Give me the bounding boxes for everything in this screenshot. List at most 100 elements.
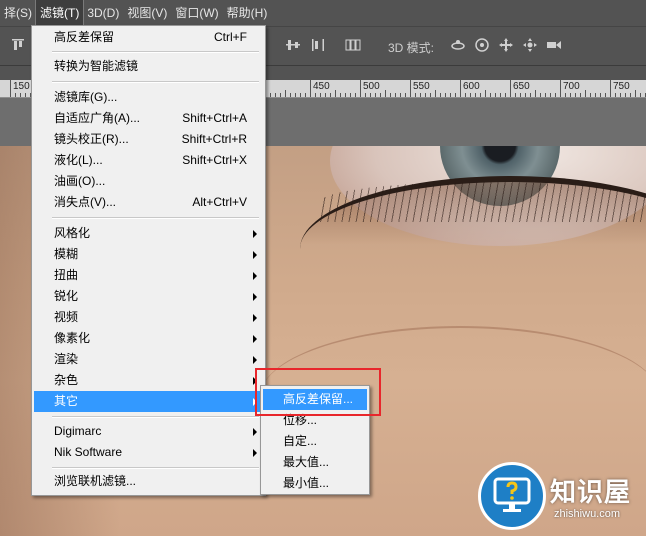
watermark: 知识屋 zhishiwu.com [478, 458, 646, 536]
distribute-h-icon[interactable] [345, 37, 361, 53]
ruler-tick [640, 93, 641, 97]
ruler-tick [585, 90, 586, 97]
ruler-tick [300, 93, 301, 97]
ruler-tick [405, 93, 406, 97]
ruler-tick [460, 80, 461, 97]
ruler-tick [625, 93, 626, 97]
ruler-tick [515, 93, 516, 97]
menu-item-adaptive-wide-angle[interactable]: 自适应广角(A)... Shift+Ctrl+A [34, 108, 263, 129]
menu-item-vanishing-point[interactable]: 消失点(V)... Alt+Ctrl+V [34, 192, 263, 213]
ruler-tick [525, 93, 526, 97]
submenu-arrow-icon [253, 251, 257, 259]
ruler-tick [280, 93, 281, 97]
ruler-tick [605, 93, 606, 97]
menu-bar: 择(S) 滤镜(T) 3D(D) 视图(V) 窗口(W) 帮助(H) [0, 0, 646, 27]
menu-item-oil-paint[interactable]: 油画(O)... [34, 171, 263, 192]
rotate-3d-icon[interactable] [450, 37, 466, 53]
ruler-tick [370, 93, 371, 97]
menu-item-noise[interactable]: 杂色 [34, 370, 263, 391]
menu-item-other[interactable]: 其它 [34, 391, 263, 412]
ruler-tick [440, 93, 441, 97]
ruler-tick [465, 93, 466, 97]
ruler-tick [415, 93, 416, 97]
ruler-tick [520, 93, 521, 97]
menu-item-distort[interactable]: 扭曲 [34, 265, 263, 286]
ruler-tick [425, 93, 426, 97]
ruler-tick [285, 90, 286, 97]
menu-item-render[interactable]: 渲染 [34, 349, 263, 370]
ruler-tick [380, 93, 381, 97]
ruler-tick [345, 93, 346, 97]
ruler-tick [365, 93, 366, 97]
align-top-icon[interactable] [10, 37, 26, 53]
ruler-label: 700 [563, 81, 580, 92]
watermark-url: zhishiwu.com [554, 508, 621, 520]
menu-select[interactable]: 择(S) [0, 0, 36, 26]
ruler-tick [340, 93, 341, 97]
ruler-tick [555, 93, 556, 97]
ruler-tick [600, 93, 601, 97]
roll-3d-icon[interactable] [474, 37, 490, 53]
ruler-tick [335, 90, 336, 97]
menu-item-convert-smart-filter[interactable]: 转换为智能滤镜 [34, 56, 263, 77]
ruler-tick [615, 93, 616, 97]
slide-3d-icon[interactable] [522, 37, 538, 53]
ruler-tick [635, 90, 636, 97]
align-hcenter-icon[interactable] [285, 37, 301, 53]
menu-item-last-filter[interactable]: 高反差保留 Ctrl+F [34, 27, 263, 48]
ruler-tick [375, 93, 376, 97]
menu-item-pixelate[interactable]: 像素化 [34, 328, 263, 349]
menu-item-filter-gallery[interactable]: 滤镜库(G)... [34, 87, 263, 108]
ruler-tick [395, 93, 396, 97]
ruler-tick [310, 80, 311, 97]
ruler-tick [25, 93, 26, 97]
ruler-tick [400, 93, 401, 97]
ruler-tick [295, 93, 296, 97]
ruler-tick [540, 93, 541, 97]
menu-item-liquify[interactable]: 液化(L)... Shift+Ctrl+X [34, 150, 263, 171]
submenu-arrow-icon [253, 314, 257, 322]
ruler-tick [10, 80, 11, 97]
menu-item-browse-filters-online[interactable]: 浏览联机滤镜... [34, 471, 263, 492]
ruler-tick [445, 93, 446, 97]
ruler-tick [420, 93, 421, 97]
menu-item-stylize[interactable]: 风格化 [34, 223, 263, 244]
menu-3d[interactable]: 3D(D) [83, 0, 123, 26]
menu-item-nik-software[interactable]: Nik Software [34, 442, 263, 463]
submenu-arrow-icon [253, 230, 257, 238]
ruler-tick [410, 80, 411, 97]
ruler-tick [270, 93, 271, 97]
submenu-item-minimum[interactable]: 最小值... [263, 473, 367, 494]
ruler-label: 550 [413, 81, 430, 92]
submenu-arrow-icon [253, 356, 257, 364]
ruler-tick [305, 93, 306, 97]
ruler-label: 600 [463, 81, 480, 92]
ruler-tick [560, 80, 561, 97]
ruler-tick [530, 93, 531, 97]
ruler-label: 650 [513, 81, 530, 92]
menu-filter[interactable]: 滤镜(T) [34, 0, 85, 27]
menu-item-video[interactable]: 视频 [34, 307, 263, 328]
annotation-highlight-box [255, 368, 381, 416]
menu-view[interactable]: 视图(V) [123, 0, 171, 26]
menu-item-digimarc[interactable]: Digimarc [34, 421, 263, 442]
menu-help[interactable]: 帮助(H) [223, 0, 272, 26]
menu-item-blur[interactable]: 模糊 [34, 244, 263, 265]
ruler-label: 450 [313, 81, 330, 92]
ruler-tick [580, 93, 581, 97]
pan-3d-icon[interactable] [498, 37, 514, 53]
ruler-tick [505, 93, 506, 97]
ruler-tick [545, 93, 546, 97]
distribute-icon[interactable] [310, 37, 326, 53]
menu-item-lens-correction[interactable]: 镜头校正(R)... Shift+Ctrl+R [34, 129, 263, 150]
submenu-item-maximum[interactable]: 最大值... [263, 452, 367, 473]
ruler-tick [455, 93, 456, 97]
menu-separator [52, 81, 259, 83]
menu-item-sharpen[interactable]: 锐化 [34, 286, 263, 307]
submenu-item-custom[interactable]: 自定... [263, 431, 367, 452]
scale-3d-icon[interactable] [546, 37, 562, 53]
ruler-tick [565, 93, 566, 97]
ruler-tick [430, 93, 431, 97]
ruler-tick [570, 93, 571, 97]
menu-window[interactable]: 窗口(W) [171, 0, 222, 26]
